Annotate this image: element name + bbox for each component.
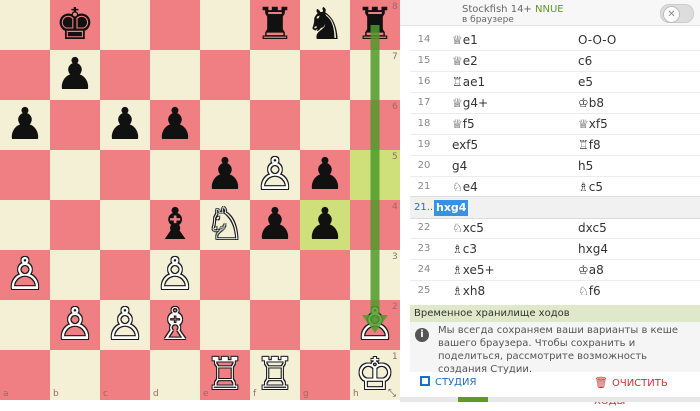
black-move[interactable]: dxc5 — [578, 218, 607, 238]
move-number: 23 — [417, 243, 431, 254]
studio-button[interactable]: СТУДИЯ — [420, 374, 476, 392]
white-move[interactable]: ♖ae1 — [452, 72, 485, 92]
white-move[interactable]: ♕e1 — [452, 30, 478, 50]
move-row: 19 exf5 ♖f8 — [410, 135, 700, 155]
move-number: 17 — [417, 97, 431, 108]
storage-text: Мы всегда сохраняем ваши варианты в кеше… — [438, 325, 679, 375]
move-row: 15 ♕e2 c6 — [410, 51, 700, 71]
black-move[interactable]: h5 — [578, 156, 593, 176]
black-move[interactable]: O-O-O — [578, 30, 616, 50]
move-number: 20 — [417, 160, 431, 171]
info-icon: i — [415, 328, 429, 342]
engine-toggle[interactable]: ✕ — [660, 4, 694, 23]
black-move[interactable]: c6 — [578, 51, 592, 71]
white-move[interactable]: ♕f5 — [452, 114, 475, 134]
variation-num: 21... — [414, 202, 437, 213]
chessboard[interactable]: abcdefgh87654321♚♜♞♜♟♟♟♟♟♙♟♝♘♟♟♙♙♙♙♗♙♖♖♔ — [0, 0, 400, 400]
move-row: 24 ♗xe5+ ♔a8 — [410, 260, 700, 280]
move-number: 21 — [417, 181, 431, 192]
move-number: 15 — [417, 55, 431, 66]
engine-tag: NNUE — [535, 4, 564, 15]
move-row: 16 ♖ae1 e5 — [410, 72, 700, 92]
white-move[interactable]: ♘xc5 — [452, 218, 484, 238]
white-move[interactable]: ♘e4 — [452, 177, 478, 197]
move-number: 16 — [417, 76, 431, 87]
move-number: 14 — [417, 34, 431, 45]
black-move[interactable]: hxg4 — [578, 239, 608, 259]
white-move[interactable]: exf5 — [452, 135, 478, 155]
white-move[interactable]: g4 — [452, 156, 467, 176]
engine-sub: в браузере — [462, 15, 514, 25]
arrow-head — [362, 315, 388, 333]
move-row: 21 ♘e4 ♗c5 — [410, 177, 700, 197]
variation-row[interactable]: 21... hxg4 — [410, 196, 700, 219]
engine-header: Stockfish 14+ NNUE в браузере — [400, 0, 700, 26]
move-row: 14 ♕e1 O-O-O — [410, 30, 700, 50]
white-move[interactable]: ♗xe5+ — [452, 260, 495, 280]
white-move[interactable]: ♗xh8 — [452, 281, 485, 301]
move-number: 22 — [417, 222, 431, 233]
move-number: 18 — [417, 118, 431, 129]
storage-body: i Мы всегда сохраняем ваши варианты в ке… — [410, 322, 700, 375]
move-number: 25 — [417, 285, 431, 296]
move-row: 17 ♕g4+ ♔b8 — [410, 93, 700, 113]
move-row: 22 ♘xc5 dxc5 — [410, 218, 700, 238]
move-row: 18 ♕f5 ♕xf5 — [410, 114, 700, 134]
clear-moves-button[interactable]: 🗑ОЧИСТИТЬ ХОДЫ — [594, 374, 700, 407]
move-row: 25 ♗xh8 ♘f6 — [410, 281, 700, 301]
black-move[interactable]: ♔b8 — [578, 93, 604, 113]
move-row: 20 g4 h5 — [410, 156, 700, 176]
bottom-accent — [458, 397, 488, 402]
black-move[interactable]: e5 — [578, 72, 593, 92]
black-move[interactable]: ♘f6 — [578, 281, 601, 301]
variation-move[interactable]: hxg4 — [434, 200, 469, 216]
resize-handle-icon[interactable]: ⤡ — [388, 388, 396, 399]
move-number: 19 — [417, 139, 431, 150]
black-move[interactable]: ♗c5 — [578, 177, 603, 197]
close-icon: ✕ — [663, 6, 680, 23]
white-move[interactable]: ♗c3 — [452, 239, 477, 259]
studio-label: СТУДИЯ — [435, 377, 477, 388]
engine-name: Stockfish 14+ NNUE — [462, 4, 564, 15]
move-number: 24 — [417, 264, 431, 275]
white-move[interactable]: ♕e2 — [452, 51, 478, 71]
move-row: 23 ♗c3 hxg4 — [410, 239, 700, 259]
black-move[interactable]: ♕xf5 — [578, 114, 608, 134]
studio-icon — [420, 376, 430, 386]
bottom-bar — [400, 397, 700, 402]
move-arrow — [362, 25, 388, 333]
white-move[interactable]: ♕g4+ — [452, 93, 488, 113]
storage-header: Временное хранилище ходов — [410, 305, 700, 322]
trash-icon: 🗑 — [594, 376, 608, 389]
black-move[interactable]: ♔a8 — [578, 260, 604, 280]
black-move[interactable]: ♖f8 — [578, 135, 601, 155]
